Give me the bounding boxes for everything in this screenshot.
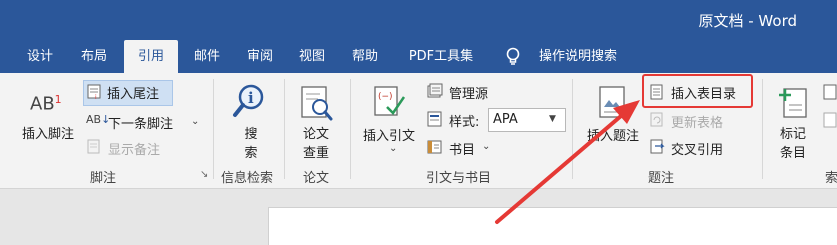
- chevron-down-icon: ▼: [549, 114, 556, 124]
- tab-review[interactable]: 审阅: [236, 40, 284, 73]
- show-notes-icon: [87, 139, 102, 158]
- cross-reference-button[interactable]: 交叉引用: [671, 139, 723, 158]
- title-bar: 原文档 - Word: [0, 0, 837, 40]
- dialog-launcher-icon[interactable]: ↘: [200, 169, 208, 180]
- highlight-box: [642, 74, 753, 108]
- insert-endnote-label: 插入尾注: [107, 87, 160, 102]
- paper-check-icon: [300, 85, 334, 127]
- update-table-icon: [650, 112, 664, 131]
- style-label: 样式:: [449, 115, 480, 130]
- cross-reference-icon: [650, 139, 666, 159]
- group-label-captions: 题注: [648, 171, 675, 186]
- tab-references[interactable]: 引用: [124, 40, 178, 73]
- show-notes-button[interactable]: 显示备注: [108, 139, 160, 158]
- group-divider: [350, 79, 351, 179]
- next-footnote-button[interactable]: 下一条脚注: [108, 113, 173, 132]
- insert-footnote-icon: AB1: [30, 93, 62, 115]
- group-label-citations: 引文与书目: [426, 171, 492, 186]
- manage-sources-button[interactable]: 管理源: [449, 83, 488, 102]
- tab-design[interactable]: 设计: [16, 40, 64, 73]
- tab-help[interactable]: 帮助: [341, 40, 389, 73]
- search-button[interactable]: 搜 索: [243, 125, 259, 163]
- svg-text:(−): (−): [378, 92, 393, 102]
- tab-view[interactable]: 视图: [288, 40, 336, 73]
- group-label-footnotes: 脚注: [90, 171, 117, 186]
- bibliography-icon: [427, 139, 443, 159]
- update-table-button[interactable]: 更新表格: [671, 112, 723, 131]
- next-footnote-icon: AB↓: [86, 113, 111, 126]
- group-divider: [572, 79, 573, 179]
- paper-check-button[interactable]: 论文 查重: [303, 125, 329, 163]
- group-divider: [762, 79, 763, 179]
- svg-text:i: i: [248, 89, 254, 107]
- tab-mailings[interactable]: 邮件: [183, 40, 231, 73]
- group-label-paper: 论文: [303, 171, 330, 186]
- next-footnote-dropdown-icon[interactable]: ⌄: [191, 116, 199, 127]
- manage-sources-icon: [427, 83, 443, 103]
- index-icon: [823, 83, 837, 147]
- style-select-value: APA: [493, 112, 518, 127]
- mark-entry-icon: [776, 85, 810, 125]
- insert-citation-button[interactable]: 插入引文: [363, 125, 415, 144]
- tell-me-search[interactable]: 操作说明搜索: [530, 40, 626, 73]
- style-select[interactable]: APA ▼: [488, 108, 566, 132]
- bibliography-dropdown-icon[interactable]: ⌄: [482, 141, 490, 152]
- tab-layout[interactable]: 布局: [70, 40, 118, 73]
- document-page[interactable]: [268, 207, 837, 245]
- group-divider: [213, 79, 214, 179]
- endnote-icon: i: [87, 84, 103, 104]
- mark-entry-button[interactable]: 标记 条目: [780, 125, 806, 163]
- insert-footnote-button[interactable]: 插入脚注: [22, 123, 74, 142]
- group-divider: [284, 79, 285, 179]
- bibliography-button[interactable]: 书目: [449, 139, 475, 158]
- window-title: 原文档 - Word: [698, 12, 797, 30]
- insert-caption-icon: [598, 85, 628, 125]
- search-icon: i: [232, 83, 266, 127]
- group-label-index: 索: [825, 171, 837, 186]
- group-label-research: 信息检索: [221, 171, 274, 186]
- insert-citation-dropdown-icon[interactable]: ⌄: [389, 143, 397, 154]
- lightbulb-icon: [505, 47, 521, 71]
- insert-caption-button[interactable]: 插入题注: [587, 125, 639, 144]
- tab-pdf-tools[interactable]: PDF工具集: [398, 40, 484, 73]
- insert-citation-icon: (−): [373, 85, 407, 125]
- style-icon: [427, 111, 443, 131]
- ribbon-tab-bar: 设计 布局 引用 邮件 审阅 视图 帮助 PDF工具集 操作说明搜索: [0, 40, 837, 73]
